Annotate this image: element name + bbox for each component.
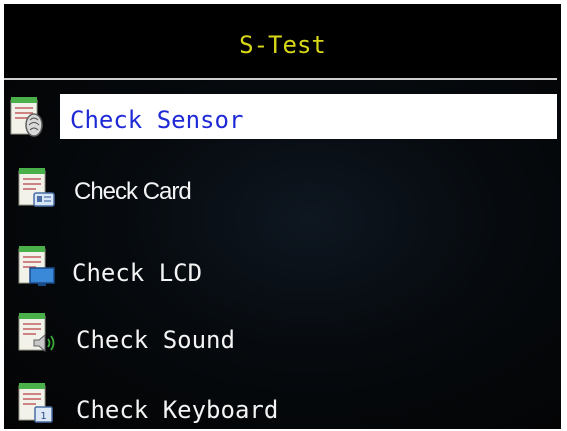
- lcd-icon: [16, 243, 56, 289]
- card-icon: [16, 165, 56, 211]
- device-screen: S-Test Check Sensor Check Card Check LCD…: [4, 4, 561, 429]
- menu-item-label: Check Card: [74, 178, 192, 205]
- menu-item-check-sensor[interactable]: Check Sensor: [4, 80, 561, 146]
- menu-item-check-lcd[interactable]: Check LCD: [4, 237, 561, 303]
- header: S-Test: [4, 4, 561, 78]
- menu-item-check-card[interactable]: Check Card: [4, 157, 561, 223]
- menu-item-label: Check Keyboard: [76, 396, 279, 424]
- page-title: S-Test: [239, 31, 326, 59]
- menu-item-check-sound[interactable]: Check Sound: [4, 304, 561, 370]
- test-menu: Check Sensor Check Card Check LCD Check …: [4, 80, 561, 429]
- menu-item-check-keyboard[interactable]: 1 Check Keyboard: [4, 374, 561, 429]
- svg-text:1: 1: [40, 411, 46, 422]
- sound-icon: [16, 310, 56, 356]
- menu-item-label: Check Sensor: [70, 106, 244, 134]
- menu-item-label: Check LCD: [72, 259, 203, 287]
- keyboard-icon: 1: [16, 380, 56, 426]
- sensor-icon: [8, 94, 48, 140]
- menu-item-label: Check Sound: [76, 326, 235, 354]
